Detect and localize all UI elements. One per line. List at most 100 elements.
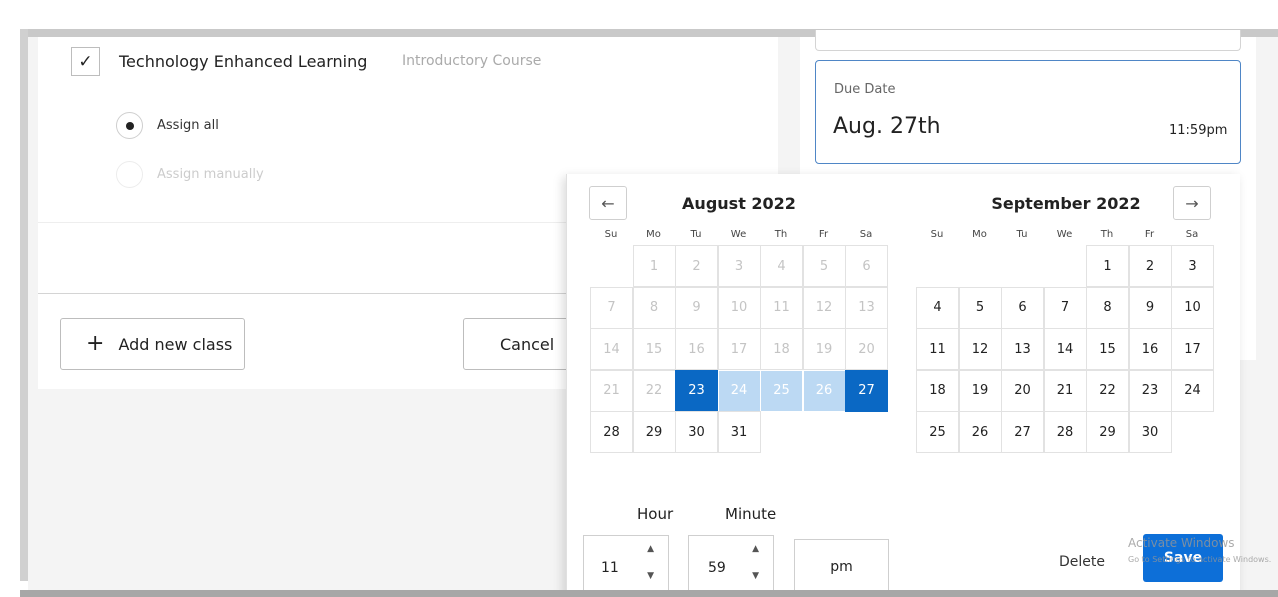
weekday-label: We xyxy=(730,229,747,240)
calendar-day: 12 xyxy=(802,286,846,329)
increment-hour-icon[interactable]: ▲ xyxy=(647,544,654,554)
windows-activation-watermark: Activate Windows xyxy=(1128,536,1235,550)
calendar-day[interactable]: 29 xyxy=(1086,411,1129,453)
next-month-button[interactable]: → xyxy=(1173,186,1211,220)
calendar-day[interactable]: 24 xyxy=(1171,369,1214,412)
calendar-day: 16 xyxy=(675,328,718,370)
weekday-label: We xyxy=(1056,229,1073,240)
calendar-day[interactable]: 6 xyxy=(1001,286,1044,329)
weekday-label: Su xyxy=(604,229,618,240)
calendar-day[interactable]: 20 xyxy=(1001,369,1044,412)
calendar-day[interactable]: 10 xyxy=(1171,286,1214,329)
calendar-day[interactable]: 30 xyxy=(1128,411,1172,453)
calendar-day[interactable]: 12 xyxy=(958,328,1002,370)
calendar-day[interactable]: 24 xyxy=(717,369,761,412)
weekday-label: Mo xyxy=(646,229,661,240)
calendar-day[interactable]: 13 xyxy=(1001,328,1044,370)
calendar-day: 18 xyxy=(760,328,803,370)
calendar-day[interactable]: 18 xyxy=(916,369,959,412)
calendar-day: 22 xyxy=(632,369,676,412)
calendar-day[interactable]: 2 xyxy=(1128,245,1172,287)
calendar-day: 21 xyxy=(590,369,633,412)
delete-button[interactable]: Delete xyxy=(1059,554,1105,570)
due-date-label: Due Date xyxy=(834,82,896,97)
calendar-day[interactable]: 26 xyxy=(958,411,1002,453)
calendar-day[interactable]: 15 xyxy=(1086,328,1129,370)
calendar-day: 10 xyxy=(717,286,761,329)
calendar-day[interactable]: 3 xyxy=(1171,245,1214,287)
decrement-hour-icon[interactable]: ▼ xyxy=(647,571,654,581)
class-checkbox[interactable]: ✓ xyxy=(71,47,100,76)
window-frame-bottom xyxy=(20,590,1278,597)
calendar-day: 11 xyxy=(760,286,803,329)
hour-stepper[interactable]: 11 ▲ ▼ xyxy=(583,535,669,595)
month-title: August 2022 xyxy=(682,194,796,213)
windows-activation-hint: Go to Settings to activate Windows. xyxy=(1128,555,1272,564)
calendar-day: 9 xyxy=(675,286,718,329)
calendar-day[interactable]: 7 xyxy=(1043,286,1087,329)
weekday-label: Mo xyxy=(972,229,987,240)
increment-minute-icon[interactable]: ▲ xyxy=(752,544,759,554)
cancel-button[interactable]: Cancel xyxy=(463,318,573,370)
calendar-day[interactable]: 9 xyxy=(1128,286,1172,329)
previous-month-button[interactable]: ← xyxy=(589,186,627,220)
calendar-day[interactable]: 17 xyxy=(1171,328,1214,370)
calendar-day[interactable]: 25 xyxy=(916,411,959,453)
calendar-day[interactable]: 27 xyxy=(845,369,888,412)
calendar-day: 20 xyxy=(845,328,888,370)
assign-all-label: Assign all xyxy=(157,118,219,133)
calendar-day[interactable]: 30 xyxy=(675,411,718,453)
window-frame-left xyxy=(20,29,28,581)
plus-icon: + xyxy=(86,331,105,356)
calendar-day: 13 xyxy=(845,286,888,329)
calendar-day[interactable]: 14 xyxy=(1043,328,1087,370)
calendar-day: 7 xyxy=(590,286,633,329)
calendar-day[interactable]: 8 xyxy=(1086,286,1129,329)
calendar-day: 2 xyxy=(675,245,718,287)
calendar-day: 3 xyxy=(717,245,761,287)
weekday-label: Th xyxy=(774,229,788,240)
calendar-day: 5 xyxy=(802,245,846,287)
calendar-day: 14 xyxy=(590,328,633,370)
class-type: Introductory Course xyxy=(402,53,542,69)
hour-value: 11 xyxy=(601,560,619,576)
calendar-day[interactable]: 11 xyxy=(916,328,959,370)
arrow-right-icon: → xyxy=(1185,193,1199,213)
weekday-label: Tu xyxy=(1016,229,1028,240)
calendar-day[interactable]: 25 xyxy=(760,369,803,412)
calendar-day[interactable]: 22 xyxy=(1086,369,1129,412)
assign-all-radio[interactable] xyxy=(116,112,143,139)
calendar-day[interactable]: 1 xyxy=(1086,245,1129,287)
calendar-day: 19 xyxy=(802,328,846,370)
calendar-day[interactable]: 19 xyxy=(958,369,1002,412)
due-date-field[interactable] xyxy=(815,60,1241,164)
cancel-label: Cancel xyxy=(500,334,555,354)
calendar-day: 6 xyxy=(845,245,888,287)
add-new-class-button[interactable]: + Add new class xyxy=(60,318,245,370)
weekday-label: Sa xyxy=(859,229,873,240)
calendar-day[interactable]: 28 xyxy=(1043,411,1087,453)
weekday-label: Th xyxy=(1100,229,1114,240)
weekday-label: Tu xyxy=(690,229,702,240)
calendar-day[interactable]: 26 xyxy=(802,369,846,412)
decrement-minute-icon[interactable]: ▼ xyxy=(752,571,759,581)
arrow-left-icon: ← xyxy=(601,193,615,213)
ampm-select[interactable]: pm xyxy=(794,539,889,595)
calendar-day[interactable]: 21 xyxy=(1043,369,1087,412)
calendar-day: 8 xyxy=(632,286,676,329)
calendar-day[interactable]: 31 xyxy=(717,411,761,453)
calendar-day[interactable]: 23 xyxy=(1128,369,1172,412)
minute-label: Minute xyxy=(725,505,777,523)
month-title: September 2022 xyxy=(991,194,1141,213)
calendar-day[interactable]: 16 xyxy=(1128,328,1172,370)
previous-date-field[interactable] xyxy=(815,30,1241,51)
minute-stepper[interactable]: 59 ▲ ▼ xyxy=(688,535,774,595)
calendar-day[interactable]: 4 xyxy=(916,286,959,329)
due-time-value: 11:59pm xyxy=(1169,123,1228,138)
calendar-day[interactable]: 5 xyxy=(958,286,1002,329)
assign-manually-radio[interactable] xyxy=(116,161,143,188)
calendar-day[interactable]: 29 xyxy=(632,411,676,453)
calendar-day[interactable]: 27 xyxy=(1001,411,1044,453)
calendar-day[interactable]: 28 xyxy=(590,411,633,453)
calendar-day[interactable]: 23 xyxy=(675,369,718,412)
